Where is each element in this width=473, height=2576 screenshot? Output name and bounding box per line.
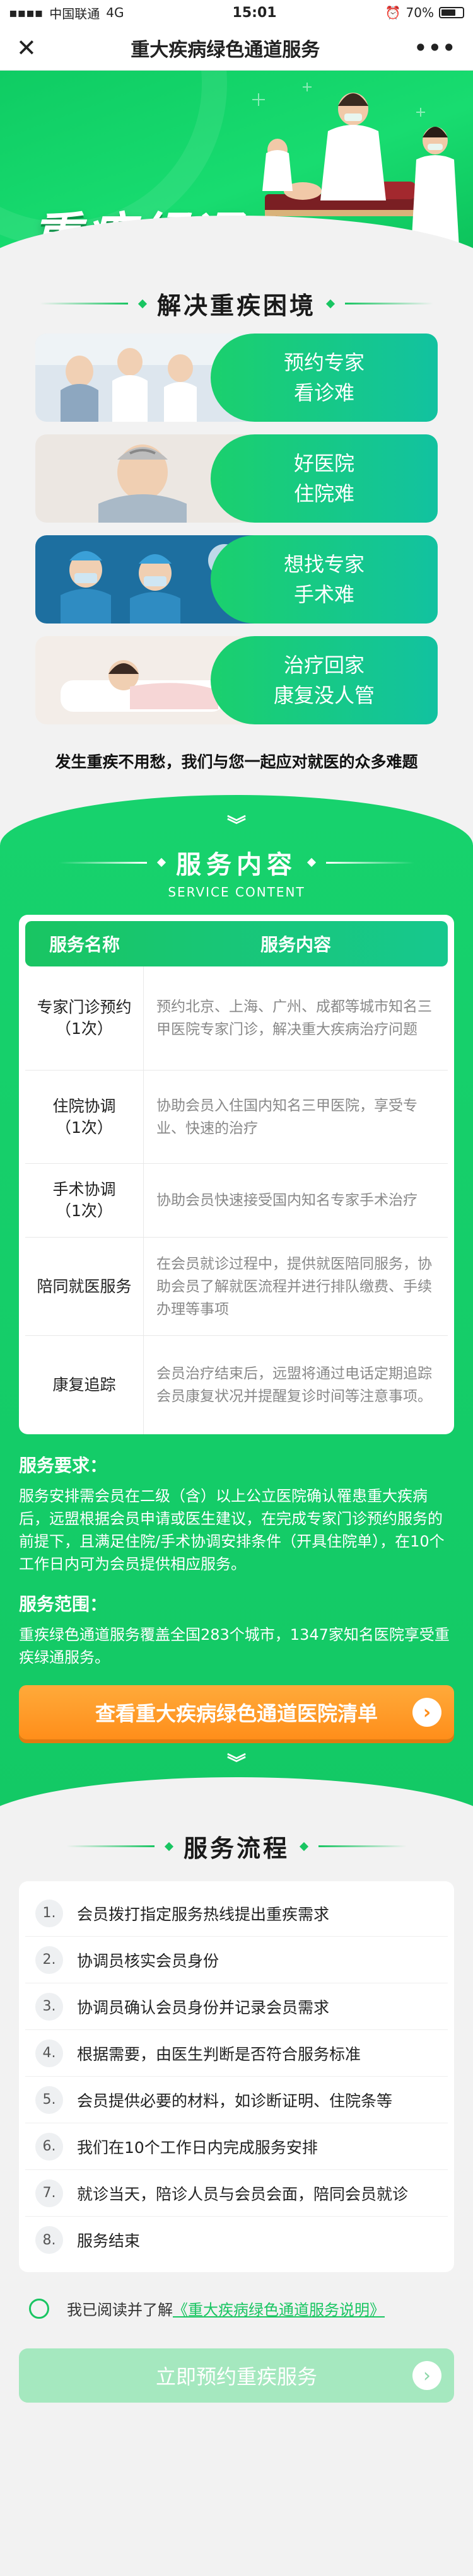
problem-tag: 预约专家 看诊难 [211, 334, 438, 422]
battery-percent: 70% [406, 5, 434, 20]
problem-card: 想找专家 手术难 [35, 535, 438, 624]
process-heading: 服务流程 [0, 1815, 473, 1871]
list-item: 2. 协调员核实会员身份 [25, 1937, 448, 1983]
page-title: 重大疾病绿色通道服务 [131, 38, 320, 61]
service-scope: 服务范围： 重疾绿色通道服务覆盖全国283个城市，1347家知名医院享受重疾绿通… [19, 1594, 450, 1666]
chevron-down-icon: ︾ [227, 815, 246, 837]
agree-radio[interactable] [29, 2298, 49, 2319]
table-row: 住院协调 （1次） 协助会员入住国内知名三甲医院，享受专业、快速的治疗 [25, 1070, 448, 1164]
service-requirements: 服务要求： 服务安排需会员在二级（含）以上公立医院确认罹患重大疾病后，远盟根据会… [19, 1455, 445, 1573]
close-icon[interactable]: ✕ [16, 36, 37, 60]
chevron-right-icon: › [412, 1698, 441, 1727]
service-section: ︾ 服务内容 SERVICE CONTENT 服务名称 服务内容 专家门诊预约 … [0, 795, 473, 1815]
hero-banner: 重疾绿通 [0, 71, 473, 272]
book-service-button[interactable]: 立即预约重疾服务 › [19, 2348, 454, 2403]
clock: 15:01 [232, 4, 277, 21]
list-item: 4. 根据需要，由医生判断是否符合服务标准 [25, 2030, 448, 2077]
list-item: 6. 我们在10个工作日内完成服务安排 [25, 2123, 448, 2170]
agree-text: 我已阅读并了解 [67, 2301, 173, 2319]
table-row: 康复追踪 会员治疗结束后，远盟将通过电话定期追踪会员康复状况并提醒复诊时间等注意… [25, 1336, 448, 1434]
problems-tagline: 发生重疾不用愁，我们与您一起应对就医的众多难题 [55, 753, 418, 771]
service-terms-link[interactable]: 《重大疾病绿色通道服务说明》 [173, 2297, 385, 2319]
service-heading: 服务内容 SERVICE CONTENT [0, 844, 473, 900]
carrier: 中国联通 [49, 6, 100, 21]
list-item: 3. 协调员确认会员身份并记录会员需求 [25, 1983, 448, 2030]
problem-card: 预约专家 看诊难 [35, 334, 438, 422]
table-row: 陪同就医服务 在会员就诊过程中，提供就医陪同服务，协助会员了解就医流程并进行排队… [25, 1238, 448, 1336]
problem-tag: 想找专家 手术难 [211, 535, 438, 624]
alarm-icon: ⏰ [385, 5, 401, 20]
table-row: 手术协调 （1次） 协助会员快速接受国内知名专家手术治疗 [25, 1164, 448, 1238]
service-subheading: SERVICE CONTENT [168, 885, 305, 900]
nav-bar: ✕ 重大疾病绿色通道服务 ••• [0, 25, 473, 71]
list-item: 8. 服务结束 [25, 2217, 448, 2263]
problem-card: 好医院 住院难 [35, 434, 438, 523]
problem-card: 治疗回家 康复没人管 [35, 636, 438, 724]
battery-icon [439, 7, 464, 18]
problems-heading: 解决重疾困境 [0, 272, 473, 328]
problem-tag: 治疗回家 康复没人管 [211, 636, 438, 724]
list-item: 5. 会员提供必要的材料，如诊断证明、住院条等 [25, 2077, 448, 2123]
process-list: 1. 会员拨打指定服务热线提出重疾需求 2. 协调员核实会员身份 3. 协调员确认会员… [19, 1881, 454, 2272]
list-item: 1. 会员拨打指定服务热线提出重疾需求 [25, 1890, 448, 1937]
hospital-list-button[interactable]: 查看重大疾病绿色通道医院清单 › [19, 1685, 454, 1739]
chevron-down-icon: ︾ [227, 1753, 246, 1775]
agreement-row: 我已阅读并了解 《重大疾病绿色通道服务说明》 [0, 2272, 473, 2319]
problems-list: 预约专家 看诊难 好医院 住院难 想找专家 手术难 治疗回家 康复没人管 [0, 328, 473, 724]
problem-tag: 好医院 住院难 [211, 434, 438, 523]
signal-icon: ▪▪▪▪ [9, 5, 44, 20]
network-type: 4G [106, 5, 124, 20]
service-table: 服务名称 服务内容 专家门诊预约 （1次） 预约北京、上海、广州、成都等城市知名… [19, 915, 454, 1434]
chevron-right-icon: › [412, 2361, 441, 2390]
table-row: 专家门诊预约 （1次） 预约北京、上海、广州、成都等城市知名三甲医院专家门诊，解… [25, 966, 448, 1070]
status-bar: ▪▪▪▪ 中国联通 4G 15:01 ⏰ 70% [0, 0, 473, 25]
table-header: 服务名称 服务内容 [25, 921, 448, 966]
more-icon[interactable]: ••• [414, 36, 457, 60]
list-item: 7. 就诊当天，陪诊人员与会员会面，陪同会员就诊 [25, 2170, 448, 2217]
